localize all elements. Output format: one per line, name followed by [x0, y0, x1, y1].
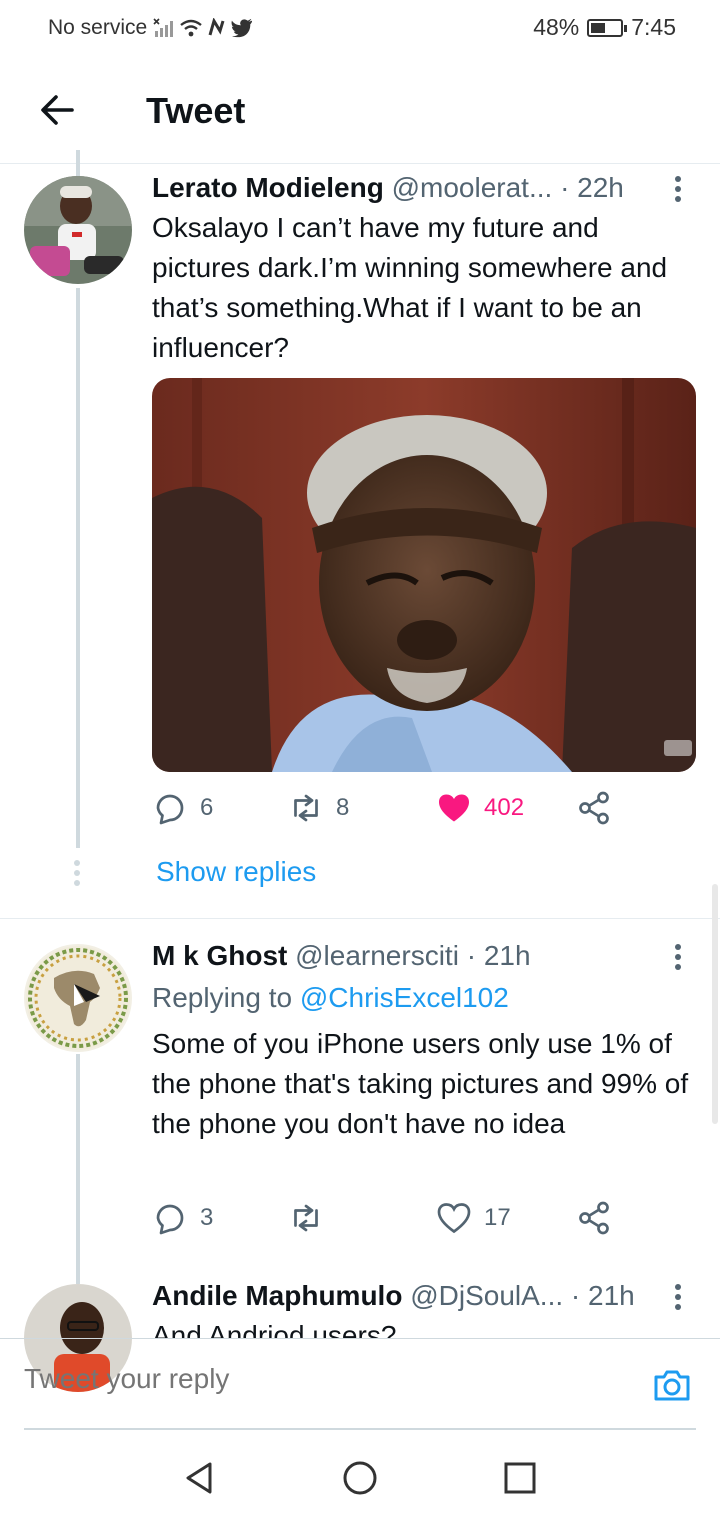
app-header: Tweet	[0, 58, 720, 164]
tweet-actions: 3 17	[152, 1200, 622, 1244]
heart-filled-icon	[439, 794, 469, 822]
tweet-header: M k Ghost @learnersciti · 21h	[152, 940, 531, 972]
camera-icon[interactable]	[650, 1363, 694, 1407]
nav-recents-icon[interactable]	[502, 1460, 538, 1496]
status-bar: No service 48% 7:45	[0, 0, 720, 58]
thread-dots	[74, 860, 82, 890]
divider	[0, 918, 720, 919]
tweet-time: · 21h	[570, 1280, 635, 1311]
author-handle[interactable]: @DjSoulA...	[410, 1280, 563, 1311]
share-icon	[579, 1201, 609, 1235]
avatar-image	[24, 176, 132, 284]
reply-count: 6	[200, 794, 214, 821]
tweet-header: Lerato Modieleng @moolerat... · 22h	[152, 172, 624, 204]
more-options-icon[interactable]	[668, 176, 688, 206]
twitter-bird-icon	[231, 18, 253, 38]
status-icons	[153, 17, 253, 39]
replying-to: Replying to @ChrisExcel102	[152, 982, 509, 1014]
reply-icon	[156, 794, 184, 825]
show-replies-link[interactable]: Show replies	[156, 856, 316, 888]
carrier-label: No service	[48, 16, 148, 39]
author-name[interactable]: Andile Maphumulo	[152, 1280, 402, 1311]
tweet-actions: 6 8 402	[152, 790, 622, 834]
thread-line	[76, 1054, 80, 1284]
battery-percent: 48%	[533, 14, 580, 40]
thread-line-top	[76, 150, 80, 178]
reply-icon	[156, 1204, 184, 1235]
avatar-lerato[interactable]	[24, 176, 132, 284]
page-title: Tweet	[146, 90, 246, 131]
author-handle[interactable]: @learnersciti	[295, 940, 459, 971]
author-handle[interactable]: @moolerat...	[392, 172, 553, 203]
author-name[interactable]: M k Ghost	[152, 940, 287, 971]
more-options-icon[interactable]	[668, 944, 688, 974]
retweet-button[interactable]	[288, 1200, 336, 1236]
retweet-count: 8	[336, 794, 350, 821]
like-button[interactable]: 402	[436, 790, 524, 826]
avatar-mkghost[interactable]	[24, 944, 132, 1052]
reply-button[interactable]: 3	[152, 1200, 213, 1236]
battery-icon	[587, 18, 628, 37]
replying-to-handle[interactable]: @ChrisExcel102	[300, 982, 509, 1013]
author-name[interactable]: Lerato Modieleng	[152, 172, 384, 203]
tweet-time: · 22h	[560, 172, 624, 203]
nav-back-icon[interactable]	[182, 1460, 218, 1496]
tweet-time: · 21h	[466, 940, 531, 971]
status-left: No service	[48, 16, 253, 40]
share-icon	[579, 791, 609, 825]
back-arrow-icon[interactable]	[36, 88, 80, 132]
heart-outline-icon	[437, 1203, 471, 1234]
reply-count: 3	[200, 1204, 214, 1231]
like-count: 17	[484, 1204, 511, 1231]
like-count: 402	[484, 794, 525, 821]
reply-composer	[0, 1338, 720, 1430]
battery-fill	[591, 22, 605, 33]
reply-button[interactable]: 6	[152, 790, 213, 826]
like-button[interactable]: 17	[436, 1200, 511, 1236]
tweet-text: Oksalayo I can’t have my future and pict…	[152, 212, 668, 363]
tweet-photo[interactable]	[152, 378, 696, 772]
tweet-text: And Andriod users?	[152, 1320, 397, 1338]
scrollbar[interactable]	[712, 884, 718, 1124]
no-signal-icon	[153, 18, 174, 37]
tweet-text: Some of you iPhone users only use 1% of …	[152, 1028, 689, 1139]
photo-image	[152, 378, 696, 772]
retweet-icon	[294, 1204, 318, 1232]
more-options-icon[interactable]	[668, 1284, 688, 1314]
tweet-header: Andile Maphumulo @DjSoulA... · 21h	[152, 1280, 635, 1312]
retweet-icon	[294, 794, 318, 822]
share-button[interactable]	[576, 790, 612, 826]
clock: 7:45	[631, 14, 676, 40]
n-app-icon	[208, 18, 225, 36]
system-nav-bar	[0, 1430, 720, 1520]
nav-home-icon[interactable]	[342, 1460, 378, 1496]
thread-line	[76, 288, 80, 848]
retweet-button[interactable]: 8	[288, 790, 349, 826]
replying-to-label: Replying to	[152, 982, 293, 1013]
share-button[interactable]	[576, 1200, 612, 1236]
avatar-image	[26, 946, 130, 1050]
reply-input[interactable]	[24, 1363, 604, 1395]
wifi-icon	[180, 19, 202, 37]
status-right: 48% 7:45	[533, 14, 676, 41]
